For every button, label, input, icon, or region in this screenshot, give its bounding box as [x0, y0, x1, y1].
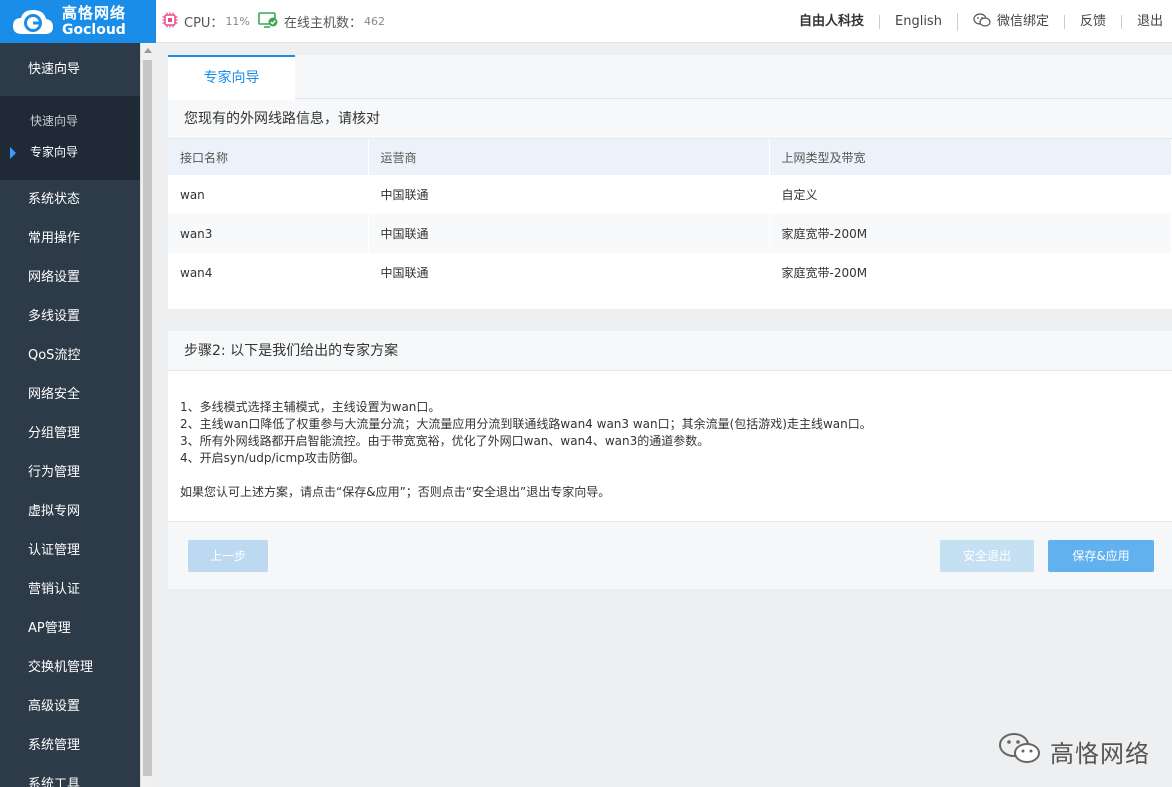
watermark-text: 高恪网络	[1050, 739, 1150, 768]
cell-type-bandwidth: 家庭宽带-200M	[769, 214, 1172, 253]
online-hosts-label: 在线主机数：	[284, 16, 363, 31]
safe-exit-button[interactable]: 安全退出	[940, 540, 1034, 572]
sidebar-item-common-ops[interactable]: 常用操作	[0, 219, 140, 258]
wan-lines-title: 您现有的外网线路信息，请核对	[168, 99, 1172, 139]
plan-note: 如果您认可上述方案，请点击“保存&应用”；否则点击“安全退出”退出专家向导。	[180, 485, 611, 499]
sidebar-item-auth[interactable]: 认证管理	[0, 531, 140, 570]
wechat-bind-label: 微信绑定	[996, 13, 1049, 29]
scrollbar-thumb[interactable]	[143, 60, 152, 776]
feedback-link[interactable]: 反馈	[1063, 14, 1121, 29]
plan-step: 1、多线模式选择主辅模式，主线设置为wan口。	[180, 400, 441, 414]
wechat-icon	[973, 12, 991, 31]
watermark: 高恪网络	[998, 731, 1150, 771]
wan-lines-table: 接口名称 运营商 上网类型及带宽 wan 中国联通 自定义 wan3 中国联通 …	[168, 139, 1172, 292]
cell-interface: wan	[168, 175, 369, 214]
sidebar-item-quick-guide[interactable]: 快速向导	[0, 43, 140, 96]
logo-name: 高恪网络	[62, 4, 127, 22]
cpu-status: CPU： 11%	[162, 0, 250, 43]
plan-step: 2、主线wan口降低了权重参与大流量分流；大流量应用分流到联通线路wan4 wa…	[180, 417, 872, 431]
sidebar-item-system-mgmt[interactable]: 系统管理	[0, 726, 140, 765]
action-bar: 上一步 安全退出 保存&应用	[168, 521, 1172, 589]
cloud-logo-icon	[12, 6, 54, 38]
column-type-bandwidth: 上网类型及带宽	[769, 139, 1172, 175]
table-row: wan4 中国联通 家庭宽带-200M	[168, 253, 1172, 292]
tab-bar: 专家向导	[168, 55, 1172, 100]
sidebar-item-vpn[interactable]: 虚拟专网	[0, 492, 140, 531]
cpu-chip-icon	[162, 12, 178, 32]
plan-step: 4、开启syn/udp/icmp攻击防御。	[180, 451, 365, 465]
column-interface: 接口名称	[168, 139, 369, 175]
sidebar-scrollbar[interactable]	[140, 43, 154, 787]
sidebar-item-qos[interactable]: QoS流控	[0, 336, 140, 375]
wan-lines-panel: 您现有的外网线路信息，请核对 接口名称 运营商 上网类型及带宽 wan 中国联通…	[168, 99, 1172, 309]
cpu-value: 11%	[225, 15, 250, 28]
cell-type-bandwidth: 家庭宽带-200M	[769, 253, 1172, 292]
sidebar-item-behavior[interactable]: 行为管理	[0, 453, 140, 492]
sidebar-submenu: 快速向导 专家向导	[0, 96, 140, 180]
language-link[interactable]: English	[879, 14, 957, 29]
cpu-label: CPU：	[184, 16, 224, 31]
sidebar-item-security[interactable]: 网络安全	[0, 375, 140, 414]
sidebar-item-system-tools[interactable]: 系统工具	[0, 765, 140, 787]
sidebar: 快速向导 快速向导 专家向导 系统状态 常用操作 网络设置 多线设置 QoS流控…	[0, 43, 140, 787]
wechat-bind-link[interactable]: 微信绑定	[956, 12, 1064, 31]
cell-interface: wan3	[168, 214, 369, 253]
table-row: wan3 中国联通 家庭宽带-200M	[168, 214, 1172, 253]
sidebar-item-system-status[interactable]: 系统状态	[0, 180, 140, 219]
sidebar-sub-quick-guide[interactable]: 快速向导	[0, 106, 140, 137]
cell-isp: 中国联通	[368, 175, 770, 214]
panel-gap	[168, 309, 1172, 331]
tab-expert-guide[interactable]: 专家向导	[168, 55, 295, 100]
wechat-watermark-icon	[998, 731, 1042, 771]
save-apply-button[interactable]: 保存&应用	[1048, 540, 1154, 572]
table-header-row: 接口名称 运营商 上网类型及带宽	[168, 139, 1172, 175]
sidebar-item-network[interactable]: 网络设置	[0, 258, 140, 297]
monitor-check-icon	[258, 11, 278, 32]
prev-step-button[interactable]: 上一步	[188, 540, 268, 572]
expert-plan-body: 1、多线模式选择主辅模式，主线设置为wan口。 2、主线wan口降低了权重参与大…	[168, 371, 1172, 521]
company-link[interactable]: 自由人科技	[799, 14, 879, 29]
top-bar: 高恪网络 Gocloud CPU： 11% 在线主机数： 462 自由人科技 E…	[0, 0, 1172, 43]
main-content: 专家向导 您现有的外网线路信息，请核对 接口名称 运营商 上网类型及带宽 wan…	[168, 55, 1172, 589]
scroll-up-arrow-icon[interactable]	[144, 48, 152, 53]
sidebar-item-marketing-auth[interactable]: 营销认证	[0, 570, 140, 609]
plan-step: 3、所有外网线路都开启智能流控。由于带宽宽裕，优化了外网口wan、wan4、wa…	[180, 434, 710, 448]
expert-plan-panel: 步骤2: 以下是我们给出的专家方案 1、多线模式选择主辅模式，主线设置为wan口…	[168, 331, 1172, 589]
online-hosts-status: 在线主机数： 462	[258, 0, 385, 43]
cell-isp: 中国联通	[368, 253, 770, 292]
sidebar-item-switch[interactable]: 交换机管理	[0, 648, 140, 687]
top-nav: 自由人科技 English 微信绑定 反馈 退出	[799, 0, 1172, 43]
cell-isp: 中国联通	[368, 214, 770, 253]
sidebar-item-multiline[interactable]: 多线设置	[0, 297, 140, 336]
sidebar-item-ap[interactable]: AP管理	[0, 609, 140, 648]
logo[interactable]: 高恪网络 Gocloud	[0, 0, 156, 43]
sidebar-item-advanced[interactable]: 高级设置	[0, 687, 140, 726]
cell-interface: wan4	[168, 253, 369, 292]
online-hosts-value: 462	[364, 15, 386, 28]
logo-name-en: Gocloud	[62, 22, 126, 38]
table-row: wan 中国联通 自定义	[168, 175, 1172, 214]
expert-plan-title: 步骤2: 以下是我们给出的专家方案	[168, 331, 1172, 371]
cell-type-bandwidth: 自定义	[769, 175, 1172, 214]
sidebar-sub-expert-guide[interactable]: 专家向导	[0, 137, 140, 168]
logout-link[interactable]: 退出	[1120, 14, 1172, 29]
column-isp: 运营商	[368, 139, 770, 175]
sidebar-item-groups[interactable]: 分组管理	[0, 414, 140, 453]
